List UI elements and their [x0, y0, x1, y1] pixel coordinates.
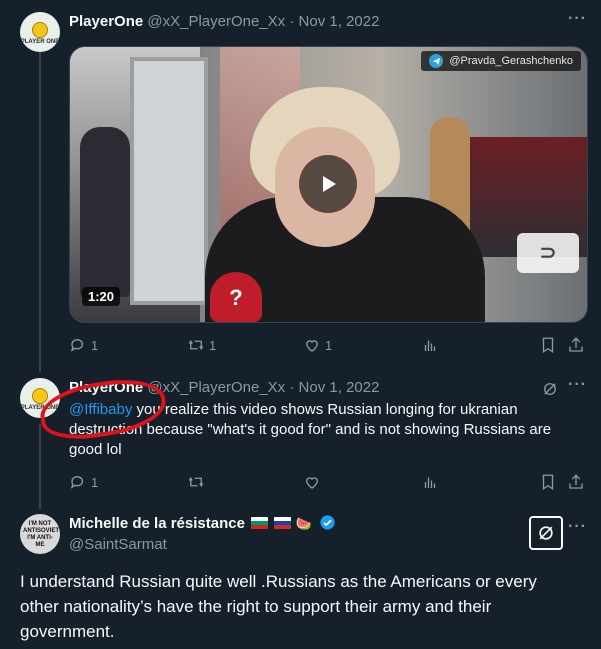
media-door	[130, 57, 208, 305]
video-duration: 1:20	[82, 287, 121, 306]
reply-icon	[70, 339, 84, 352]
bulgaria-flag-icon	[251, 517, 269, 529]
author-handle[interactable]: @xX_PlayerOne_Xx	[147, 13, 285, 30]
separator: ·	[289, 379, 295, 396]
author-name[interactable]: Michelle de la résistance	[69, 515, 245, 532]
tweet-actions: 1	[69, 473, 589, 493]
share-icon	[569, 474, 583, 489]
reply-button[interactable]: 1	[69, 336, 98, 354]
grok-button[interactable]	[529, 516, 563, 550]
share-button[interactable]	[567, 473, 585, 491]
like-icon	[306, 340, 318, 352]
media-channel-logo: ⊃	[517, 233, 579, 273]
bookmark-button[interactable]	[539, 336, 557, 354]
separator: ·	[289, 13, 295, 30]
more-icon[interactable]: ···	[568, 10, 587, 28]
more-icon[interactable]: ···	[568, 518, 587, 536]
views-icon	[424, 477, 436, 488]
like-icon	[306, 477, 318, 489]
views-icon	[424, 340, 436, 351]
media-person-left	[80, 127, 130, 297]
watermark-badge: @Pravda_Gerashchenko	[421, 51, 581, 71]
like-button[interactable]: 1	[303, 336, 332, 354]
more-icon[interactable]: ···	[568, 376, 587, 394]
retweet-button[interactable]	[187, 473, 205, 491]
author-handle[interactable]: @xX_PlayerOne_Xx	[147, 379, 285, 396]
share-button[interactable]	[567, 336, 585, 354]
avatar[interactable]: I'M NOT ANTISOVIET I'M ANTI-ME	[20, 514, 60, 554]
tweet-text: I understand Russian quite well .Russian…	[20, 572, 537, 641]
author-handle[interactable]: @SaintSarmat	[69, 535, 167, 555]
share-icon	[569, 337, 583, 352]
retweet-icon	[188, 340, 204, 350]
avatar-label: I'M NOT ANTISOVIET I'M ANTI-ME	[23, 520, 60, 548]
like-count: 1	[325, 337, 333, 353]
thread-line-1	[39, 50, 41, 372]
retweet-button[interactable]: 1	[187, 336, 216, 354]
reply-button[interactable]: 1	[69, 473, 98, 491]
like-button[interactable]	[303, 473, 321, 491]
bookmark-icon	[542, 474, 554, 491]
views-button[interactable]	[421, 336, 439, 354]
telegram-icon	[429, 54, 444, 68]
watermelon-icon: 🍉	[295, 516, 312, 531]
russia-flag-icon	[274, 517, 292, 529]
avatar-coin-icon	[32, 21, 48, 38]
watermark-text: @Pravda_Gerashchenko	[449, 55, 573, 67]
reply-icon	[70, 476, 84, 489]
grok-icon	[539, 526, 553, 540]
bookmark-button[interactable]	[539, 473, 557, 491]
thread-line-2	[39, 424, 41, 509]
tweet-actions: 1 1 1	[69, 336, 589, 356]
play-button[interactable]	[299, 155, 357, 213]
avatar-coin-icon	[32, 387, 48, 404]
reply-count: 1	[91, 474, 99, 490]
verified-icon	[319, 514, 336, 537]
video-media[interactable]: ? ⊃ @Pravda_Gerashchenko 1:20	[69, 46, 588, 323]
reply-count: 1	[91, 337, 99, 353]
media-microphone: ?	[210, 272, 262, 322]
tweet-header: Michelle de la résistance 🍉	[69, 514, 336, 537]
bookmark-icon	[542, 337, 554, 354]
play-icon	[323, 176, 336, 192]
avatar-label: PLAYER ONE	[20, 38, 60, 45]
retweet-icon	[188, 477, 204, 487]
grok-button[interactable]	[541, 380, 559, 398]
tweet-date[interactable]: Nov 1, 2022	[299, 13, 380, 30]
author-name[interactable]: PlayerOne	[69, 13, 143, 30]
avatar[interactable]: PLAYER ONE	[20, 12, 60, 52]
tweet-date[interactable]: Nov 1, 2022	[299, 379, 380, 396]
tweet-header: PlayerOne @xX_PlayerOne_Xx · Nov 1, 2022	[69, 12, 379, 32]
retweet-count: 1	[209, 337, 217, 353]
grok-icon	[544, 383, 556, 395]
views-button[interactable]	[421, 473, 439, 491]
